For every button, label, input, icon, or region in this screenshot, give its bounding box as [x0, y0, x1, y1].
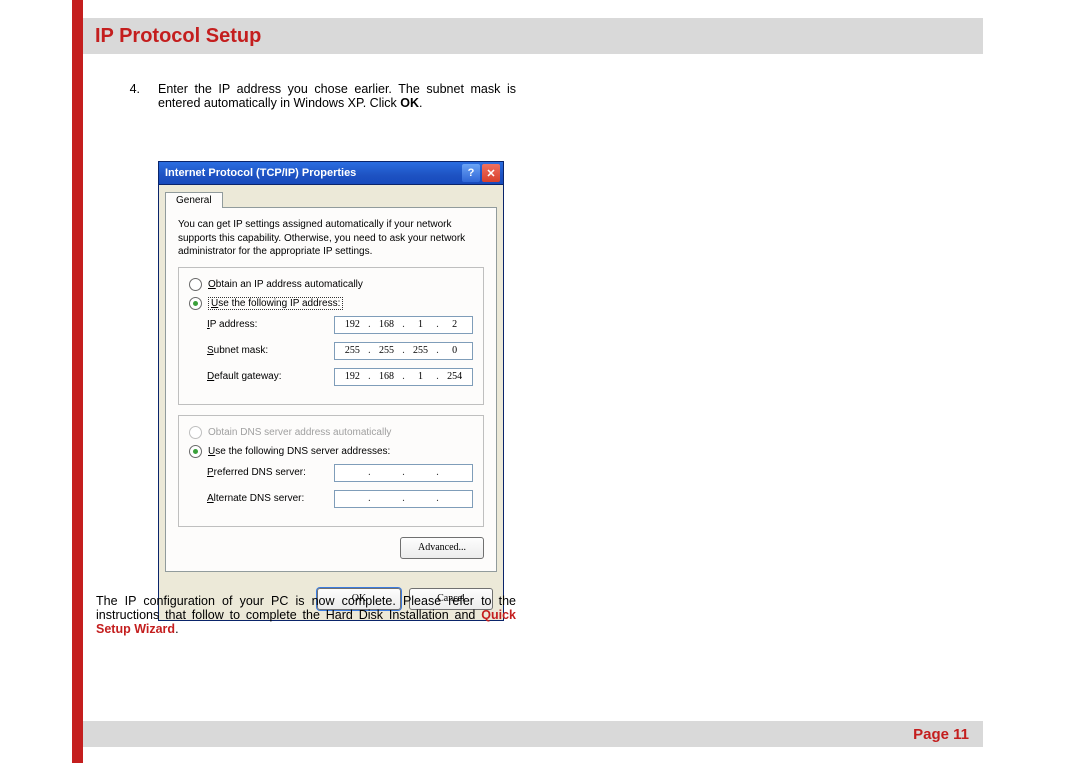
step-body: Enter the IP address you chose earlier. … — [158, 82, 516, 110]
dns-group: Obtain DNS server address automatically … — [178, 415, 484, 527]
preferred-dns-input[interactable]: . . . — [334, 464, 473, 482]
radio-icon — [189, 297, 202, 310]
alternate-dns-row: Alternate DNS server: . . . — [207, 490, 473, 508]
tab-area: General You can get IP settings assigned… — [159, 185, 503, 580]
subnet-mask-label: Subnet mask: — [207, 345, 334, 356]
radio-icon — [189, 426, 202, 439]
radio-label: Use the following DNS server addresses: — [208, 446, 390, 457]
titlebar[interactable]: Internet Protocol (TCP/IP) Properties ? … — [159, 162, 503, 185]
radio-obtain-dns-auto: Obtain DNS server address automatically — [189, 426, 473, 439]
tcpip-properties-dialog: Internet Protocol (TCP/IP) Properties ? … — [158, 161, 504, 621]
step-text-bold: OK — [400, 96, 419, 110]
post-dialog-text: The IP configuration of your PC is now c… — [96, 594, 516, 636]
radio-label: Obtain an IP address automatically — [208, 279, 363, 290]
ip-address-label: IP address: — [207, 319, 334, 330]
alternate-dns-input[interactable]: . . . — [334, 490, 473, 508]
page-title: IP Protocol Setup — [95, 25, 261, 48]
dialog-title: Internet Protocol (TCP/IP) Properties — [165, 167, 460, 179]
radio-icon — [189, 278, 202, 291]
ip-address-input[interactable]: 192. 168. 1. 2 — [334, 316, 473, 334]
default-gateway-row: Default gateway: 192. 168. 1. 254 — [207, 368, 473, 386]
preferred-dns-row: Preferred DNS server: . . . — [207, 464, 473, 482]
ip-address-group: Obtain an IP address automatically Use t… — [178, 267, 484, 405]
advanced-row: Advanced... — [178, 537, 484, 559]
tab-general[interactable]: General — [165, 192, 223, 208]
radio-label-selected: Use the following IP address: — [208, 297, 343, 310]
default-gateway-input[interactable]: 192. 168. 1. 254 — [334, 368, 473, 386]
help-button[interactable]: ? — [462, 164, 480, 182]
left-red-stripe — [72, 0, 83, 763]
footer-band: Page 11 — [83, 721, 983, 747]
dns-fields: Preferred DNS server: . . . Alternate DN… — [207, 464, 473, 508]
step-4: 4. Enter the IP address you chose earlie… — [96, 82, 516, 110]
description-text: You can get IP settings assigned automat… — [178, 218, 484, 259]
radio-use-following-ip[interactable]: Use the following IP address: — [189, 297, 473, 310]
close-button[interactable]: ✕ — [482, 164, 500, 182]
radio-label-disabled: Obtain DNS server address automatically — [208, 427, 391, 438]
step-number: 4. — [96, 82, 158, 110]
content-area: 4. Enter the IP address you chose earlie… — [96, 82, 516, 110]
step-text-a: Enter the IP address you chose earlier. … — [158, 82, 516, 110]
radio-icon — [189, 445, 202, 458]
alternate-dns-label: Alternate DNS server: — [207, 493, 334, 504]
subnet-mask-row: Subnet mask: 255. 255. 255. 0 — [207, 342, 473, 360]
below-text-b: . — [175, 622, 178, 636]
page-number: Page 11 — [913, 726, 969, 743]
radio-use-following-dns[interactable]: Use the following DNS server addresses: — [189, 445, 473, 458]
ip-address-row: IP address: 192. 168. 1. 2 — [207, 316, 473, 334]
general-panel: You can get IP settings assigned automat… — [165, 207, 497, 572]
preferred-dns-label: Preferred DNS server: — [207, 467, 334, 478]
below-text-a: The IP configuration of your PC is now c… — [96, 594, 516, 622]
header-band: IP Protocol Setup — [83, 18, 983, 54]
subnet-mask-input[interactable]: 255. 255. 255. 0 — [334, 342, 473, 360]
radio-obtain-ip-auto[interactable]: Obtain an IP address automatically — [189, 278, 473, 291]
default-gateway-label: Default gateway: — [207, 371, 334, 382]
ip-fields: IP address: 192. 168. 1. 2 Subnet mask: … — [207, 316, 473, 386]
step-text-b: . — [419, 96, 422, 110]
advanced-button[interactable]: Advanced... — [400, 537, 484, 559]
